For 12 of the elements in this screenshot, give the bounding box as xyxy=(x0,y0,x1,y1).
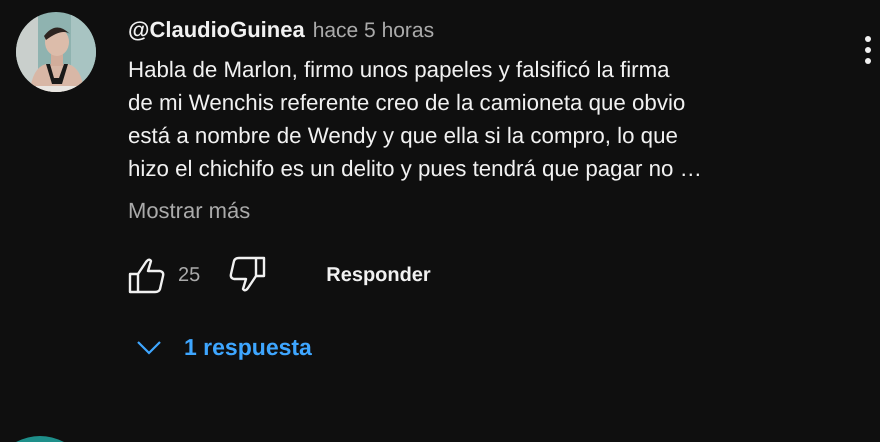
timestamp[interactable]: hace 5 horas xyxy=(312,19,434,43)
dislike-button[interactable] xyxy=(228,256,266,294)
like-button[interactable] xyxy=(128,256,166,294)
like-count: 25 xyxy=(178,264,200,286)
avatar-icon xyxy=(16,436,64,442)
chevron-icon xyxy=(136,340,162,356)
comment-text: Habla de Marlon, firmo unos papeles y falsificó la firma de mi Wenchis referente creo de la camioneta que obvio está a nombre de Wendy y que ella si la compro, lo que hizo el chichifo es un delito y pues tendrá que pagar no … xyxy=(128,56,703,183)
show-more-link[interactable]: Mostrar más xyxy=(128,198,250,224)
username[interactable]: @ClaudioGuinea xyxy=(128,17,305,43)
reply-button[interactable]: Responder xyxy=(326,264,431,286)
replies-toggle[interactable]: 1 respuesta xyxy=(136,334,312,361)
more-options-icon[interactable] xyxy=(864,34,872,66)
